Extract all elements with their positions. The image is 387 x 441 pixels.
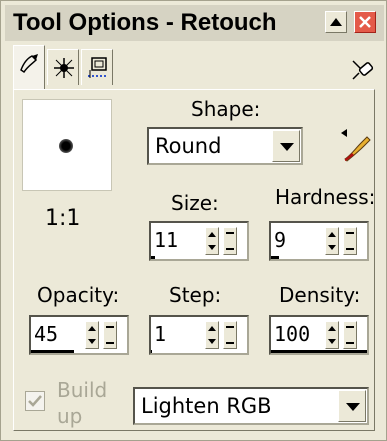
step-spinner[interactable]	[205, 321, 219, 349]
pin-icon	[352, 60, 374, 80]
hardness-value: 9	[274, 228, 287, 252]
tool-options-palette: Tool Options - Retouch 1:1 Shape: Round …	[0, 0, 387, 441]
mode-dropdown[interactable]: Lighten RGB	[133, 387, 369, 425]
size-slider-button[interactable]	[223, 227, 237, 255]
density-spinner[interactable]	[325, 321, 339, 349]
brush-menu-button[interactable]	[337, 127, 375, 163]
brush-variance-icon	[54, 58, 74, 78]
density-bar	[271, 350, 367, 353]
opacity-label: Opacity:	[37, 283, 120, 307]
opacity-value: 45	[34, 322, 59, 346]
hardness-slider-button[interactable]	[343, 227, 357, 255]
checkmark-icon	[28, 395, 42, 407]
minimize-icon	[330, 18, 342, 26]
build-up-label-line1: Build	[57, 378, 108, 402]
brush-dot	[59, 139, 73, 153]
step-value: 1	[154, 322, 167, 346]
size-field[interactable]: 11	[149, 221, 249, 261]
overlay-icon	[88, 57, 108, 78]
pin-button[interactable]	[347, 55, 377, 83]
retouch-tool-icon	[20, 54, 38, 74]
density-value: 100	[274, 322, 311, 346]
size-bar	[151, 256, 155, 259]
close-icon	[359, 16, 371, 28]
opacity-slider-button[interactable]	[103, 321, 117, 349]
preview-ratio: 1:1	[45, 206, 81, 231]
tab-overlay[interactable]	[81, 49, 113, 85]
tab-brush-variance[interactable]	[47, 49, 79, 85]
size-spinner[interactable]	[205, 227, 219, 255]
step-field[interactable]: 1	[149, 315, 249, 355]
step-label: Step:	[169, 283, 222, 307]
shape-value: Round	[155, 134, 222, 158]
mode-value: Lighten RGB	[141, 394, 272, 418]
paintbrush-icon	[341, 129, 371, 162]
opacity-spinner[interactable]	[85, 321, 99, 349]
chevron-down-icon[interactable]	[272, 130, 300, 162]
chevron-down-icon[interactable]	[338, 390, 366, 422]
brush-preview	[22, 99, 112, 191]
shape-label: Shape:	[191, 97, 261, 121]
density-slider-button[interactable]	[343, 321, 357, 349]
hardness-bar	[271, 256, 279, 259]
tab-retouch[interactable]	[13, 45, 45, 89]
minimize-button[interactable]	[325, 11, 347, 33]
density-field[interactable]: 100	[269, 315, 369, 355]
step-bar	[151, 350, 152, 353]
opacity-field[interactable]: 45	[29, 315, 129, 355]
opacity-bar	[31, 350, 75, 353]
close-button[interactable]	[354, 11, 376, 33]
shape-dropdown[interactable]: Round	[147, 127, 303, 165]
window-title: Tool Options - Retouch	[13, 9, 277, 36]
hardness-spinner[interactable]	[325, 227, 339, 255]
density-label: Density:	[279, 283, 361, 307]
build-up-checkbox[interactable]	[25, 391, 45, 411]
hardness-field[interactable]: 9	[269, 221, 369, 261]
size-label: Size:	[171, 191, 219, 215]
hardness-label: Hardness:	[275, 185, 376, 209]
title-bar[interactable]: Tool Options - Retouch	[5, 5, 384, 41]
step-slider-button[interactable]	[223, 321, 237, 349]
build-up-label-line2: up	[57, 404, 83, 428]
size-value: 11	[154, 228, 179, 252]
